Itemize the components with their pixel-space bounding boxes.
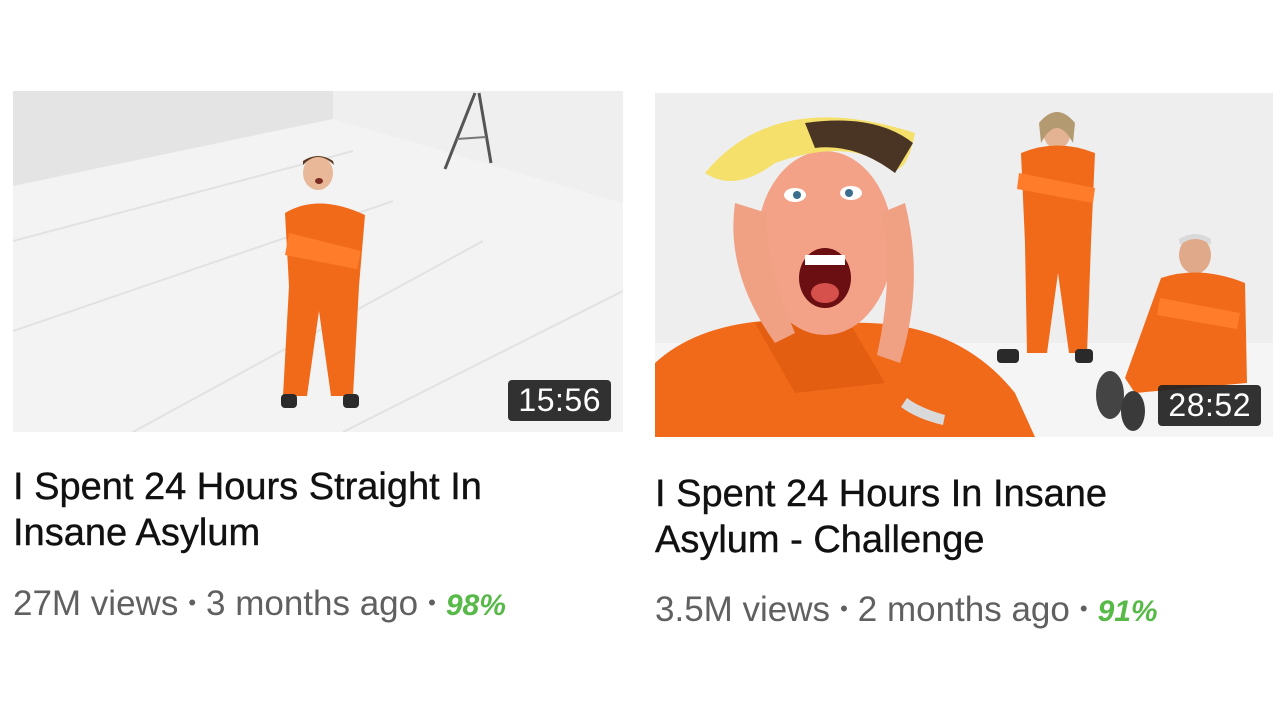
upload-age: 2 months ago <box>857 590 1070 629</box>
separator-dot: • <box>840 596 848 621</box>
video-thumbnail[interactable]: 15:56 <box>13 91 623 432</box>
video-title[interactable]: I Spent 24 Hours Straight In Insane Asyl… <box>13 464 613 556</box>
video-title-line-2[interactable]: Asylum - Challenge <box>655 519 985 561</box>
separator-dot: • <box>188 590 197 615</box>
upload-age: 3 months ago <box>206 584 419 623</box>
video-card[interactable]: 28:52 I Spent 24 Hours In Insane Asylum … <box>655 93 1275 633</box>
duration-badge: 15:56 <box>508 380 611 421</box>
like-ratio: 98% <box>445 589 506 622</box>
video-metadata: 27M views • 3 months ago • 98% <box>13 582 623 627</box>
view-count: 27M views <box>13 584 179 623</box>
video-title-line-1[interactable]: I Spent 24 Hours Straight In <box>13 466 482 508</box>
video-thumbnail[interactable]: 28:52 <box>655 93 1273 437</box>
like-ratio: 91% <box>1097 595 1158 628</box>
duration-badge: 28:52 <box>1158 385 1261 426</box>
video-title-line-1[interactable]: I Spent 24 Hours In Insane <box>655 473 1107 515</box>
separator-dot: • <box>1079 596 1088 621</box>
video-card[interactable]: 15:56 I Spent 24 Hours Straight In Insan… <box>13 91 623 627</box>
separator-dot: • <box>428 590 436 615</box>
video-title[interactable]: I Spent 24 Hours In Insane Asylum - Chal… <box>655 471 1255 563</box>
video-metadata: 3.5M views • 2 months ago • 91% <box>655 588 1275 633</box>
video-title-line-2[interactable]: Insane Asylum <box>13 512 261 554</box>
view-count: 3.5M views <box>655 590 831 629</box>
